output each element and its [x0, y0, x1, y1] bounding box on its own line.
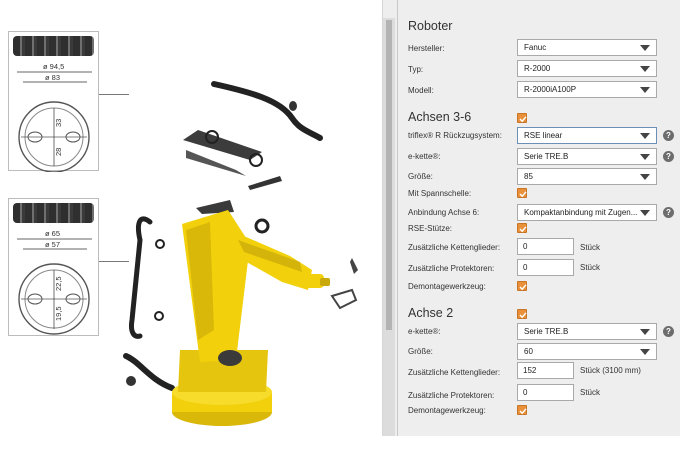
label-extra-protectors-axes: Zusätzliche Protektoren: [408, 264, 495, 273]
label-model: Modell: [408, 86, 434, 95]
select-manufacturer-value: Fanuc [524, 43, 547, 52]
select-size-axes[interactable]: 85 [517, 168, 657, 185]
robot-exploded-view [123, 81, 358, 426]
select-model[interactable]: R-2000iA100P [517, 81, 657, 98]
label-tool-axis2: Demontagewerkzeug: [408, 406, 486, 415]
select-retraction-value: RSE linear [524, 131, 563, 140]
checkbox-clamp[interactable] [517, 188, 527, 198]
label-rse-support: RSE-Stütze: [408, 224, 453, 233]
unit-extra-links-axis2: Stück (3100 mm) [580, 366, 641, 375]
select-size-axes-value: 85 [524, 172, 533, 181]
select-type[interactable]: R-2000 [517, 60, 657, 77]
product-illustration: ø 94,5 ø 83 33 28 ø 65 ø 57 22,5 19,5 [0, 0, 382, 453]
select-echain-axes[interactable]: Serie TRE.B [517, 148, 657, 165]
label-extra-links-axes: Zusätzliche Kettenglieder: [408, 243, 501, 252]
select-manufacturer[interactable]: Fanuc [517, 39, 657, 56]
chevron-down-icon [640, 66, 650, 72]
chevron-down-icon [640, 349, 650, 355]
help-icon-echain-axis2[interactable]: ? [663, 326, 674, 337]
label-manufacturer: Hersteller: [408, 44, 445, 53]
unit-extra-links-axes: Stück [580, 243, 601, 252]
chevron-down-icon [640, 174, 650, 180]
input-extra-protectors-axes[interactable]: 0 [517, 259, 574, 276]
select-size-axis2-value: 60 [524, 347, 533, 356]
help-icon-echain[interactable]: ? [663, 151, 674, 162]
select-type-value: R-2000 [524, 64, 551, 73]
configuration-panel: Roboter Hersteller: Fanuc Typ: R-2000 Mo… [382, 0, 680, 436]
chevron-down-icon [640, 154, 650, 160]
label-retraction-system: triflex® R Rückzugsystem: [408, 131, 502, 140]
select-axis6-connection[interactable]: Kompaktanbindung mit Zugen... [517, 204, 657, 221]
checkbox-tool-axis2[interactable] [517, 405, 527, 415]
unit-extra-protectors-axes: Stück [580, 263, 601, 272]
chevron-down-icon [640, 329, 650, 335]
label-size-axis2: Größe: [408, 347, 433, 356]
unit-extra-protectors-axis2: Stück [580, 388, 601, 397]
select-retraction-system[interactable]: RSE linear [517, 127, 657, 144]
input-extra-links-axes[interactable]: 0 [517, 238, 574, 255]
input-extra-protectors-axis2[interactable]: 0 [517, 384, 574, 401]
section-title-roboter: Roboter [408, 19, 453, 33]
chevron-down-icon [640, 45, 650, 51]
select-size-axis2[interactable]: 60 [517, 343, 657, 360]
panel-divider [397, 0, 398, 436]
select-echain-axes-value: Serie TRE.B [524, 152, 569, 161]
scrollbar-thumb[interactable] [386, 20, 392, 330]
help-icon-retraction[interactable]: ? [663, 130, 674, 141]
select-model-value: R-2000iA100P [524, 85, 577, 94]
chevron-down-icon [640, 210, 650, 216]
checkbox-tool-axes[interactable] [517, 281, 527, 291]
section-title-axis-2: Achse 2 [408, 306, 454, 320]
label-size-axes: Größe: [408, 172, 433, 181]
select-echain-axis2[interactable]: Serie TRE.B [517, 323, 657, 340]
select-echain-axis2-value: Serie TRE.B [524, 327, 569, 336]
checkbox-axis-2[interactable] [517, 309, 527, 319]
label-clamp: Mit Spannschelle: [408, 189, 472, 198]
label-echain-axis2: e-kette®: [408, 327, 441, 336]
label-tool-axes: Demontagewerkzeug: [408, 282, 486, 291]
label-axis6-connection: Anbindung Achse 6: [408, 208, 480, 217]
panel-scrollbar[interactable] [383, 18, 395, 436]
select-axis6-connection-value: Kompaktanbindung mit Zugen... [524, 208, 638, 217]
chevron-down-icon [640, 133, 650, 139]
label-extra-links-axis2: Zusätzliche Kettenglieder: [408, 368, 501, 377]
label-echain-axes: e-kette®: [408, 152, 441, 161]
label-extra-protectors-axis2: Zusätzliche Protektoren: [408, 391, 495, 400]
checkbox-rse-support[interactable] [517, 223, 527, 233]
checkbox-axes-3-6[interactable] [517, 113, 527, 123]
help-icon-connection[interactable]: ? [663, 207, 674, 218]
input-extra-links-axis2[interactable]: 152 [517, 362, 574, 379]
label-type: Typ: [408, 65, 424, 74]
section-title-axes-3-6: Achsen 3-6 [408, 110, 472, 124]
chevron-down-icon [640, 87, 650, 93]
